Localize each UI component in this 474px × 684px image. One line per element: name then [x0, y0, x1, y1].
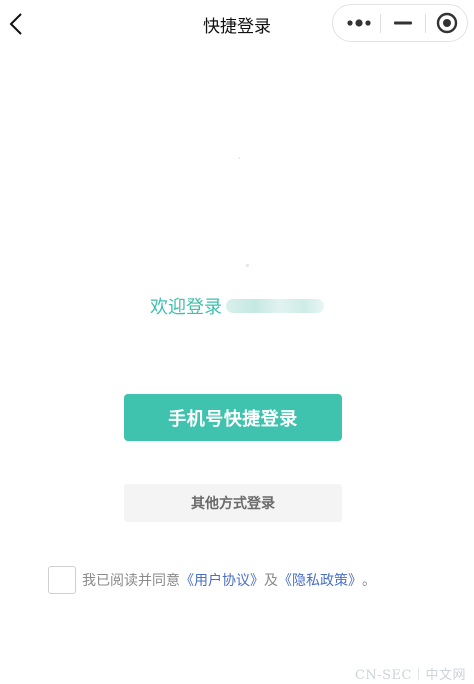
blurred-app-name: [226, 299, 324, 313]
minimize-icon: [394, 21, 412, 25]
agreement-and: 及: [264, 573, 278, 589]
minimize-button[interactable]: [382, 5, 424, 41]
more-button[interactable]: [339, 5, 379, 41]
logo-image: [238, 157, 240, 159]
close-button[interactable]: [427, 5, 467, 41]
target-circle-icon: [436, 12, 458, 34]
logo-image: [246, 264, 249, 267]
agreement-suffix: 。: [362, 573, 376, 589]
agreement-checkbox[interactable]: [48, 566, 76, 594]
welcome-message: 欢迎登录: [0, 294, 474, 318]
mini-program-capsule: [332, 4, 468, 42]
more-dots-icon: [347, 19, 371, 27]
capsule-divider: [380, 14, 381, 33]
nav-bar: 快捷登录: [0, 0, 474, 48]
watermark: CN-SEC｜中文网: [354, 668, 466, 683]
agreement-row: 我已阅读并同意 《用户协议》 及 《隐私政策》 。: [48, 565, 376, 595]
other-login-button[interactable]: 其他方式登录: [124, 484, 342, 522]
privacy-policy-link[interactable]: 《隐私政策》: [278, 570, 362, 590]
welcome-text: 欢迎登录: [150, 297, 222, 318]
capsule-divider: [425, 14, 426, 33]
phone-login-button[interactable]: 手机号快捷登录: [124, 394, 342, 441]
user-agreement-link[interactable]: 《用户协议》: [180, 570, 264, 590]
agreement-prefix: 我已阅读并同意: [82, 573, 180, 589]
